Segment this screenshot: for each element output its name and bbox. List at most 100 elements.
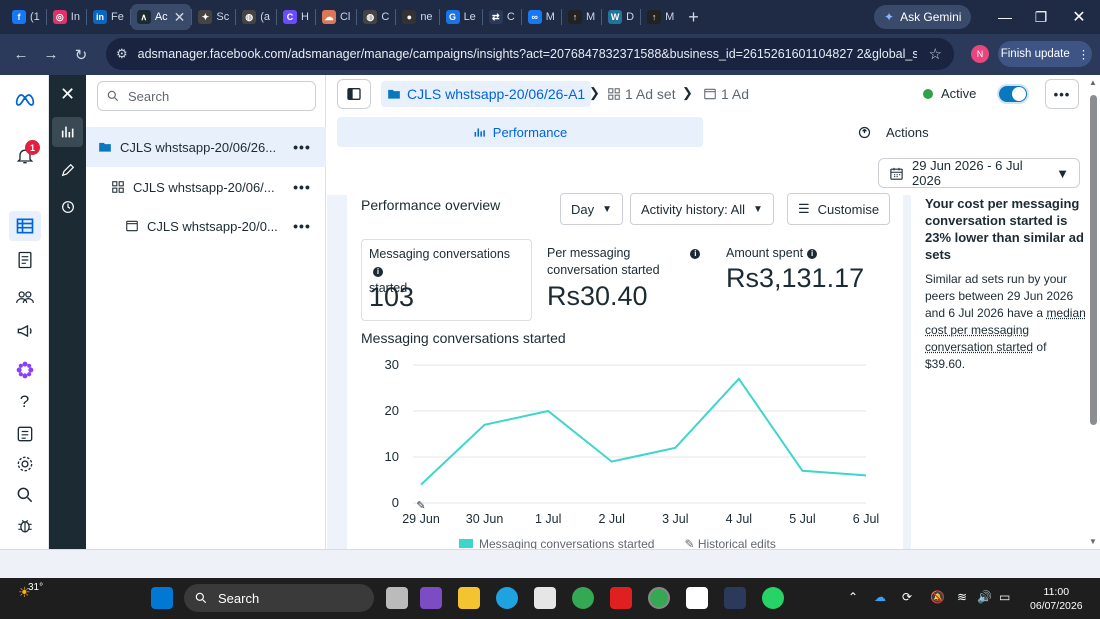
url-text[interactable]: adsmanager.facebook.com/adsmanager/manag…	[138, 47, 917, 61]
browser-tab[interactable]: ⇄ C	[483, 4, 521, 30]
search-icon[interactable]	[0, 480, 49, 510]
series-line[interactable]	[420, 377, 867, 486]
browser-tab[interactable]: ↑ M	[641, 4, 680, 30]
tab-actions[interactable]: Actions	[857, 117, 929, 147]
activity-history-dropdown[interactable]: Activity history: All ▼	[630, 193, 774, 225]
chrome-icon[interactable]	[572, 587, 594, 609]
line-chart[interactable]: 0 10 20 30 29 Jun 30 Jun 1 Jul 2 Jul 3 Jul 4 Jul 5…	[361, 353, 891, 531]
copilot-icon[interactable]	[420, 587, 442, 609]
breadcrumb-ad[interactable]: 1 Ad	[703, 81, 749, 107]
app-flower-icon[interactable]	[0, 355, 49, 385]
info-icon[interactable]: i	[373, 267, 383, 277]
reload-button[interactable]: ↻	[66, 40, 96, 70]
tab-close-icon[interactable]: ✕	[174, 9, 186, 26]
scroll-up-arrow[interactable]: ▲	[1089, 78, 1097, 87]
close-window-button[interactable]: ✕	[1060, 0, 1098, 34]
edge-icon[interactable]	[496, 587, 518, 609]
volume-icon[interactable]: 🔊	[977, 590, 992, 604]
browser-tab[interactable]: ● ne	[396, 4, 438, 30]
wps-icon[interactable]	[610, 587, 632, 609]
browser-tab[interactable]: f (1	[6, 4, 46, 30]
browser-tab[interactable]: ☁ Cl	[316, 4, 356, 30]
help-question-icon[interactable]: ?	[0, 387, 49, 417]
scroll-thumb[interactable]	[1090, 95, 1097, 425]
browser-tab[interactable]: ∞ M	[522, 4, 561, 30]
bug-report-icon[interactable]	[0, 511, 49, 541]
store-icon[interactable]	[534, 587, 556, 609]
breadcrumb-campaign[interactable]: CJLS whstsapp-20/06/26-A1	[381, 81, 592, 107]
megaphone-icon[interactable]	[0, 316, 49, 346]
site-info-icon[interactable]: ⚙	[116, 46, 128, 62]
audiences-icon[interactable]	[0, 282, 49, 312]
news-icon[interactable]	[0, 419, 49, 449]
ads-manager-table-icon[interactable]	[0, 209, 49, 243]
browser-tab[interactable]: in Fe	[87, 4, 130, 30]
browser-tab[interactable]: WD	[602, 4, 640, 30]
edit-pencil-icon[interactable]	[49, 155, 86, 185]
header-more-button[interactable]: •••	[1045, 79, 1079, 109]
tree-item-ad[interactable]: CJLS whstsapp-20/0... •••	[86, 206, 326, 246]
browser-tab[interactable]: ◎ In	[47, 4, 86, 30]
tree-search-input[interactable]: Search	[97, 81, 316, 111]
url-bar[interactable]: ⚙ adsmanager.facebook.com/adsmanager/man…	[106, 38, 954, 70]
settings-gear-icon[interactable]	[0, 449, 49, 479]
browser-tab[interactable]: ◍ C	[357, 4, 395, 30]
wifi-icon[interactable]: ≋	[957, 590, 967, 604]
ad-more-button[interactable]: •••	[290, 218, 314, 234]
charts-icon[interactable]	[52, 117, 83, 147]
taskbar-search[interactable]: Search	[184, 584, 374, 612]
metric-conversations[interactable]: Messaging conversationsi started 103	[361, 239, 532, 321]
legend-item-series[interactable]: Messaging conversations started	[459, 537, 654, 549]
back-button[interactable]: ←	[6, 40, 36, 70]
meta-logo-icon[interactable]	[0, 85, 49, 115]
day-dropdown[interactable]: Day ▼	[560, 193, 624, 225]
notes-icon[interactable]	[686, 587, 708, 609]
scroll-down-arrow[interactable]: ▼	[1089, 537, 1097, 546]
tab-performance[interactable]: Performance	[337, 117, 703, 147]
metric-cost-per-conversation[interactable]: Per messaging i conversation started Rs30…	[540, 239, 710, 321]
history-clock-icon[interactable]	[49, 192, 86, 222]
info-icon[interactable]: i	[807, 249, 818, 259]
customise-button[interactable]: ☰ Customise	[787, 193, 891, 225]
campaign-on-off-toggle[interactable]	[997, 84, 1029, 104]
historical-edit-marker-icon[interactable]: ✎	[416, 499, 425, 512]
profile-avatar[interactable]: N	[971, 45, 989, 63]
page-scrollbar[interactable]: ▲ ▼	[1087, 75, 1100, 549]
browser-tab[interactable]: ∧ Ac ✕	[130, 4, 192, 30]
browser-tab[interactable]: G Le	[440, 4, 482, 30]
info-icon[interactable]: i	[690, 249, 701, 259]
tree-item-campaign[interactable]: CJLS whstsapp-20/06/26... •••	[86, 127, 326, 167]
chrome-active-icon[interactable]	[648, 587, 670, 609]
whatsapp-icon[interactable]	[762, 587, 784, 609]
legend-item-edits[interactable]: ✎ Historical edits	[684, 537, 775, 549]
tray-chevron-icon[interactable]: ⌃	[848, 590, 858, 604]
system-clock[interactable]: 11:00 06/07/2026	[1030, 585, 1083, 613]
update-icon[interactable]: ⟳	[902, 590, 912, 604]
restore-button[interactable]: ❐	[1022, 0, 1060, 34]
battery-icon[interactable]: ▭	[999, 590, 1010, 604]
bookmark-star-icon[interactable]: ☆	[929, 45, 942, 63]
weather-widget[interactable]: ☀ 31°	[18, 582, 43, 601]
close-panel-icon[interactable]: ✕	[49, 79, 86, 109]
browser-tab[interactable]: ↑ M	[562, 4, 601, 30]
tree-item-adset[interactable]: CJLS whstsapp-20/06/... •••	[86, 167, 326, 207]
new-tab-button[interactable]: +	[688, 7, 699, 28]
adset-more-button[interactable]: •••	[290, 179, 314, 195]
finish-update-button[interactable]: Finish update ⋮	[998, 41, 1092, 67]
browser-tab[interactable]: ◍ (a	[236, 4, 276, 30]
forward-button[interactable]: →	[36, 40, 66, 70]
ask-gemini-button[interactable]: ✦ Ask Gemini	[874, 5, 972, 29]
onedrive-icon[interactable]: ☁	[874, 590, 886, 604]
notifications-off-icon[interactable]: 🔕	[930, 590, 945, 604]
breadcrumb-adset[interactable]: 1 Ad set	[607, 81, 676, 107]
task-view-icon[interactable]	[386, 587, 408, 609]
metric-amount-spent[interactable]: Amount spent i Rs3,131.17	[719, 239, 899, 321]
vector-app-icon[interactable]	[724, 587, 746, 609]
minimize-button[interactable]: —	[986, 0, 1024, 34]
campaign-more-button[interactable]: •••	[290, 139, 314, 155]
toggle-sidebar-button[interactable]	[337, 79, 371, 109]
pages-icon[interactable]	[0, 245, 49, 275]
windows-start-icon[interactable]	[151, 587, 173, 609]
date-range-picker[interactable]: 29 Jun 2026 - 6 Jul 2026 ▼	[878, 158, 1080, 188]
file-explorer-icon[interactable]	[458, 587, 480, 609]
